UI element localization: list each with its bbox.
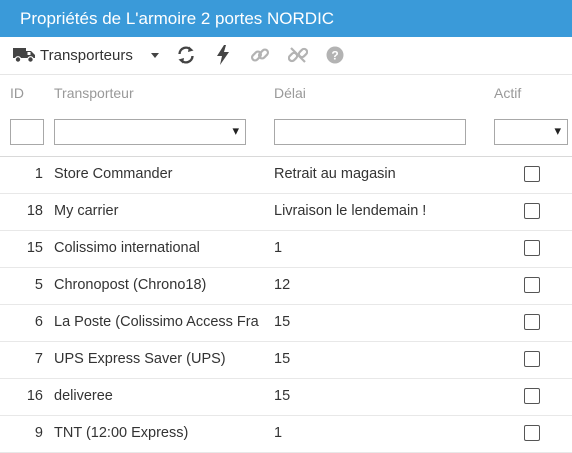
unlink-button[interactable] [288, 44, 308, 66]
row-carrier: deliveree [54, 388, 113, 404]
link-button[interactable] [250, 44, 270, 66]
row-delay: 1 [274, 425, 283, 441]
refresh-icon [176, 45, 196, 65]
window-titlebar: Propriétés de L'armoire 2 portes NORDIC [0, 0, 572, 37]
row-carrier: Colissimo international [54, 240, 200, 256]
column-header-id[interactable]: ID [10, 85, 24, 101]
row-active-checkbox[interactable] [524, 314, 540, 330]
active-filter-select[interactable] [494, 119, 568, 145]
row-id: 1 [34, 166, 43, 182]
table-row[interactable]: 5 Chronopost (Chrono18) 12 [0, 268, 572, 305]
caret-down-icon [149, 49, 161, 61]
toolbar: Transporteurs ? [0, 37, 572, 75]
quick-action-button[interactable] [216, 44, 230, 66]
link-icon [250, 45, 270, 65]
carriers-dropdown-caret[interactable] [149, 44, 161, 66]
svg-text:?: ? [331, 49, 338, 63]
table-row[interactable]: 16 deliveree 15 [0, 379, 572, 416]
row-active-checkbox[interactable] [524, 203, 540, 219]
table-row[interactable]: 1 Store Commander Retrait au magasin [0, 157, 572, 194]
id-filter-input[interactable] [10, 119, 44, 145]
row-delay: Retrait au magasin [274, 166, 396, 182]
row-carrier: UPS Express Saver (UPS) [54, 351, 226, 367]
row-id: 5 [34, 277, 43, 293]
row-carrier: La Poste (Colissimo Access Fra [54, 314, 259, 330]
row-active-checkbox[interactable] [524, 388, 540, 404]
row-id: 6 [34, 314, 43, 330]
table-row[interactable]: 9 TNT (12:00 Express) 1 [0, 416, 572, 453]
table-row[interactable]: 15 Colissimo international 1 [0, 231, 572, 268]
row-id: 7 [34, 351, 43, 367]
row-active-checkbox[interactable] [524, 166, 540, 182]
row-active-checkbox[interactable] [524, 277, 540, 293]
window-title: Propriétés de L'armoire 2 portes NORDIC [20, 9, 335, 28]
table-row[interactable]: 18 My carrier Livraison le lendemain ! [0, 194, 572, 231]
carrier-filter-select[interactable] [54, 119, 246, 145]
column-header-delay[interactable]: Délai [274, 85, 306, 101]
row-delay: 15 [274, 314, 291, 330]
row-carrier: My carrier [54, 203, 119, 219]
grid-header: ID Transporteur Délai Actif [0, 74, 572, 157]
row-delay: Livraison le lendemain ! [274, 203, 427, 219]
help-button[interactable]: ? [326, 44, 344, 66]
carriers-menu-label: Transporteurs [40, 46, 133, 64]
table-row[interactable]: 7 UPS Express Saver (UPS) 15 [0, 342, 572, 379]
row-delay: 15 [274, 351, 291, 367]
delay-filter-input[interactable] [274, 119, 466, 145]
table-row[interactable]: 6 La Poste (Colissimo Access Fra 15 [0, 305, 572, 342]
row-delay: 1 [274, 240, 283, 256]
bolt-icon [216, 45, 230, 65]
row-id: 15 [26, 240, 43, 256]
column-header-active[interactable]: Actif [494, 85, 521, 101]
row-active-checkbox[interactable] [524, 425, 540, 441]
row-id: 16 [26, 388, 43, 404]
help-icon: ? [326, 46, 344, 64]
row-delay: 15 [274, 388, 291, 404]
truck-icon [12, 46, 36, 64]
carriers-menu-button[interactable]: Transporteurs [12, 44, 133, 66]
unlink-icon [288, 45, 308, 65]
row-id: 18 [26, 203, 43, 219]
row-id: 9 [34, 425, 43, 441]
column-header-carrier[interactable]: Transporteur [54, 85, 134, 101]
row-carrier: TNT (12:00 Express) [54, 425, 189, 441]
row-active-checkbox[interactable] [524, 240, 540, 256]
grid-body: 1 Store Commander Retrait au magasin 18 My c… [0, 157, 572, 453]
row-delay: 12 [274, 277, 291, 293]
refresh-button[interactable] [176, 44, 196, 66]
row-active-checkbox[interactable] [524, 351, 540, 367]
row-carrier: Store Commander [54, 166, 173, 182]
row-carrier: Chronopost (Chrono18) [54, 277, 207, 293]
